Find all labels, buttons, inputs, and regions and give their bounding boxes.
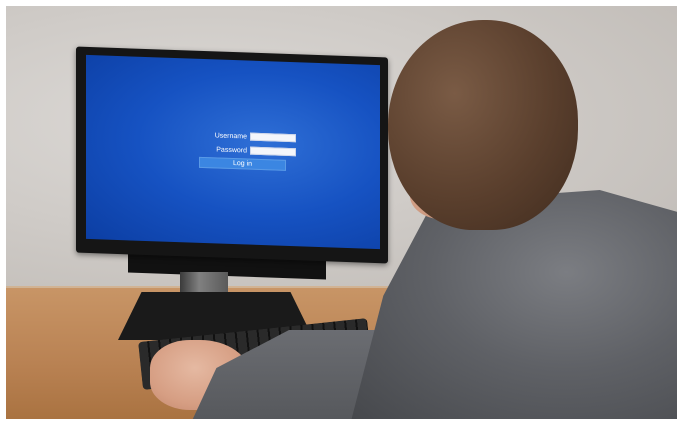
password-label: Password [216,145,247,155]
photo-scene: Username Password Log in [0,0,683,425]
password-field[interactable] [250,146,296,157]
monitor-screen: Username Password Log in [86,54,380,250]
login-button[interactable]: Log in [199,156,286,171]
username-row: Username [186,128,296,144]
username-label: Username [214,131,247,141]
computer-monitor: Username Password Log in [76,46,388,264]
person-head [388,20,578,230]
username-field[interactable] [250,132,296,143]
login-form: Username Password Log in [186,128,296,171]
password-row: Password [186,142,296,158]
